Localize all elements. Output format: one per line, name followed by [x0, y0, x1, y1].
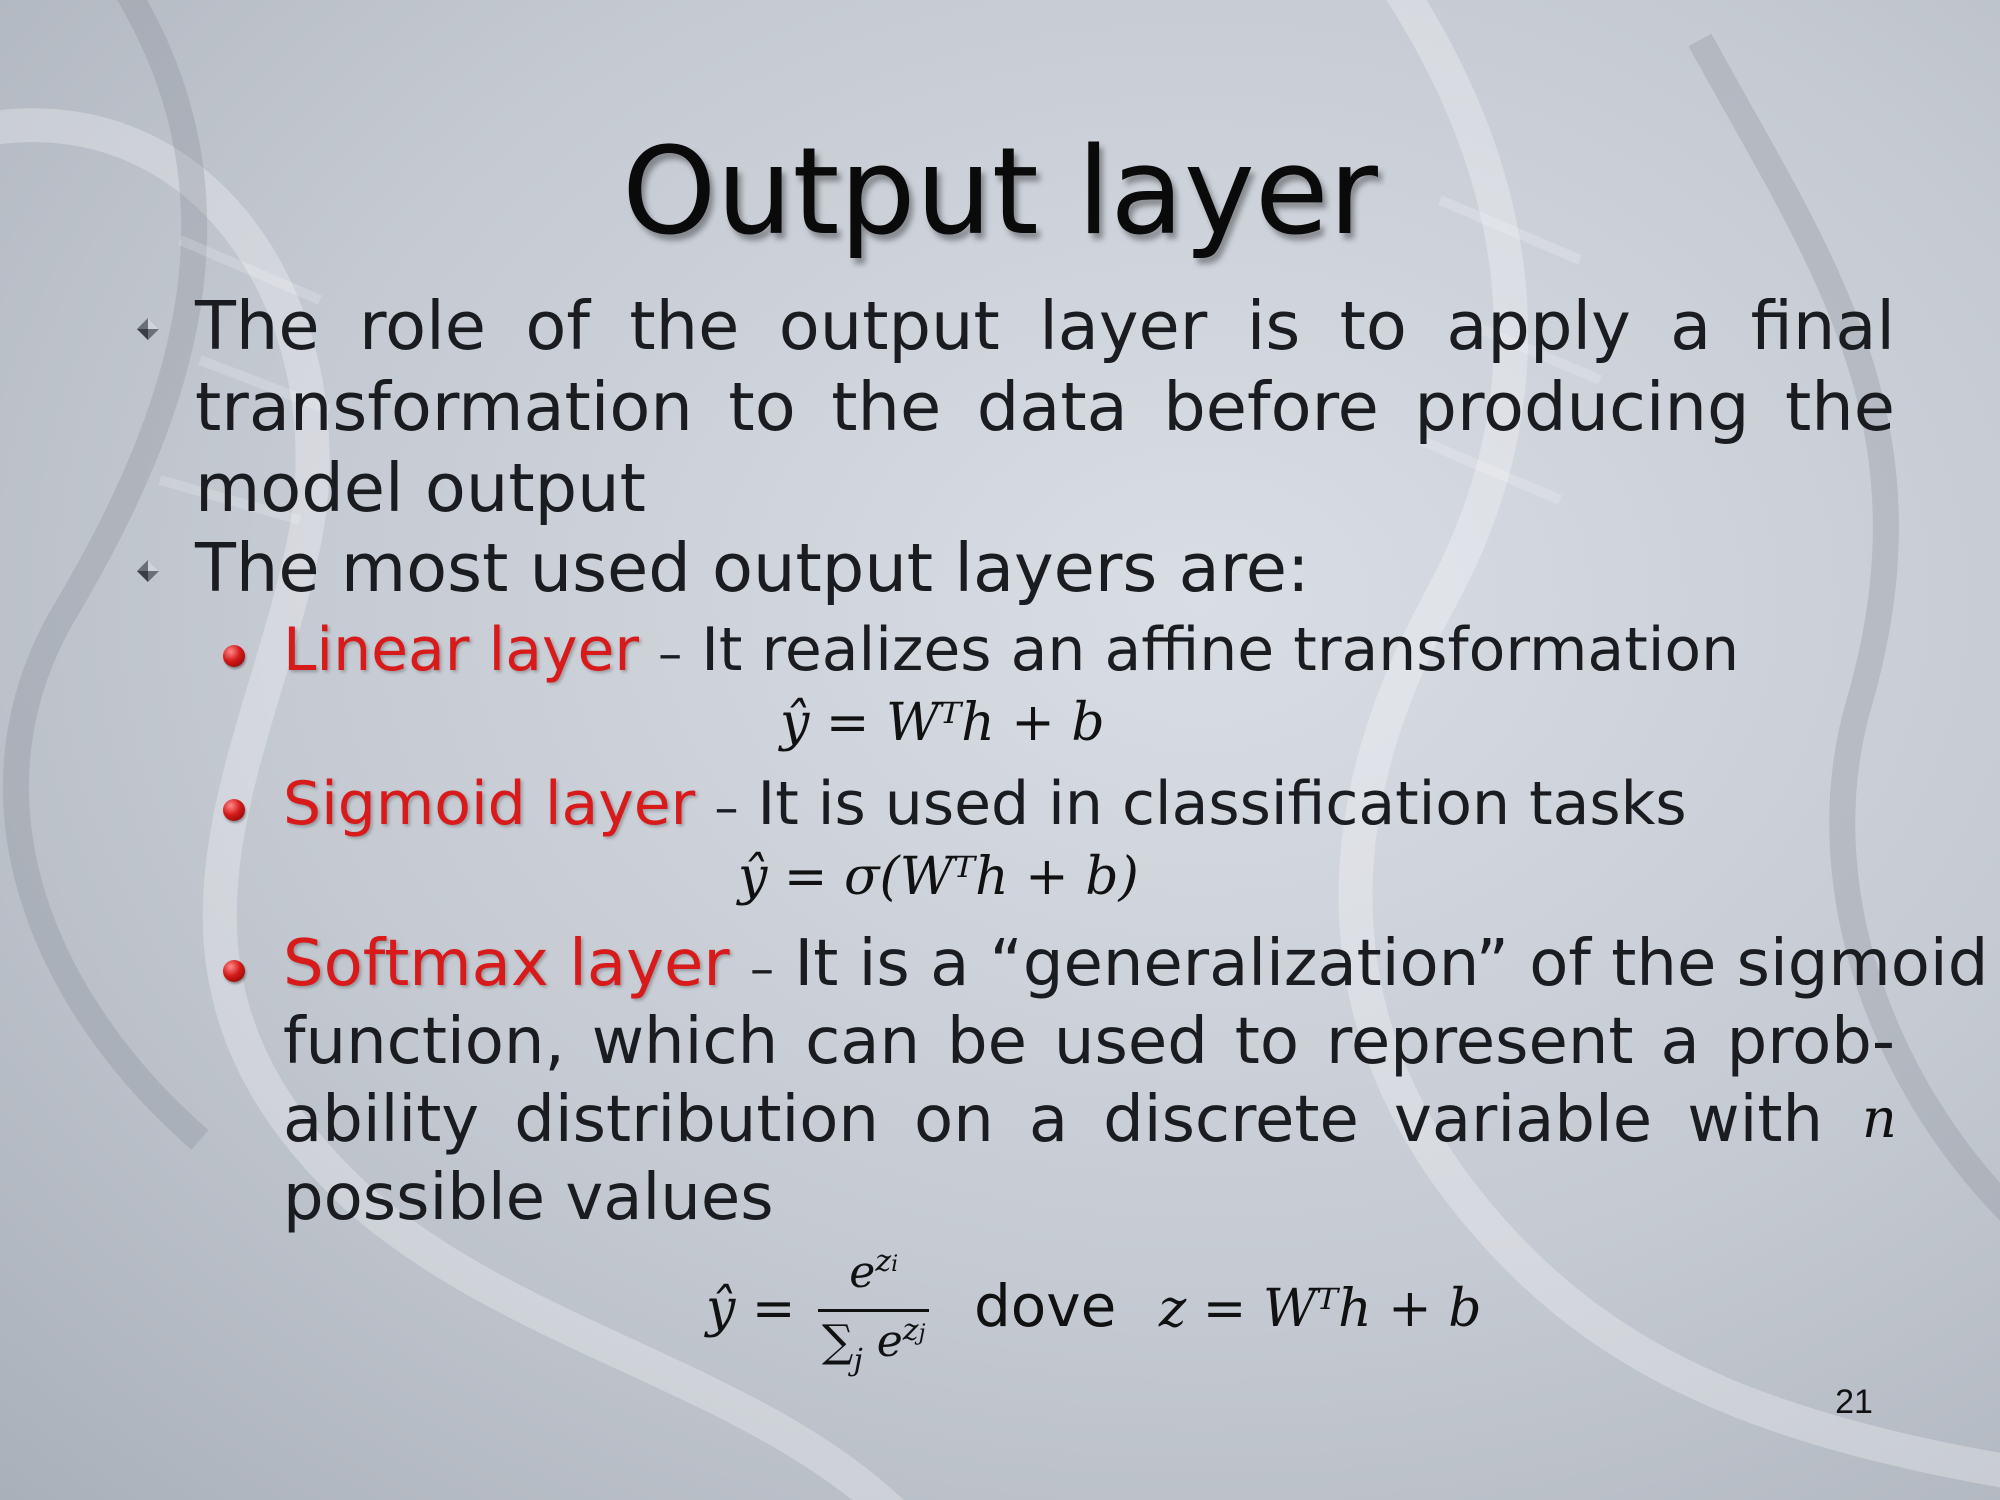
red-ball-bullet-icon: [223, 960, 245, 982]
softmax-rhs: z = Wᵀh + b: [1158, 1279, 1482, 1339]
slide-title: Output layer: [621, 123, 1379, 262]
sub-bullet-sigmoid: Sigmoid layer – It is used in classifica…: [283, 766, 1895, 846]
sigmoid-layer-desc: It is used in classification tasks: [757, 769, 1687, 839]
softmax-lhs: ŷ =: [706, 1279, 796, 1339]
dove-word: dove: [973, 1272, 1117, 1340]
linear-formula: ŷ = Wᵀh + b: [780, 693, 1105, 753]
red-ball-bullet-icon: [223, 799, 245, 821]
dash: –: [714, 780, 739, 836]
softmax-desc-line-3: ability distribution on a discrete varia…: [283, 1083, 1823, 1157]
softmax-formula: ŷ = ezi ∑j ezj dove z = Wᵀh + b: [706, 1244, 1482, 1380]
page-number: 21: [1835, 1383, 1873, 1421]
softmax-fraction: ezi ∑j ezj: [818, 1244, 930, 1380]
bullet-2-line-1: The most used output layers are:: [195, 529, 1310, 607]
sigmoid-formula: ŷ = σ(Wᵀh + b): [738, 847, 1139, 907]
bullet-1-line-3: model output: [195, 449, 646, 527]
softmax-desc-line-4: possible values: [283, 1161, 774, 1235]
softmax-desc-line-2: function, which can be used to represent…: [283, 1005, 1895, 1079]
diamond-bullet-icon: [137, 318, 159, 340]
linear-layer-label: Linear layer: [283, 615, 640, 685]
variable-n: n: [1862, 1087, 1897, 1150]
softmax-layer-label: Softmax layer: [283, 927, 730, 1001]
sigmoid-layer-label: Sigmoid layer: [283, 769, 696, 839]
slide: Output layer The role of the output laye…: [0, 0, 2000, 1500]
dash: –: [749, 941, 774, 997]
red-ball-bullet-icon: [223, 645, 245, 667]
linear-layer-desc: It realizes an affine transformation: [701, 615, 1740, 685]
softmax-desc-first: It is a “generalization” of the sigmoid: [794, 927, 1989, 1001]
bullet-1-line-1: The role of the output layer is to apply…: [195, 287, 1895, 365]
fraction-numerator: ezi: [818, 1244, 930, 1312]
sub-bullet-linear: Linear layer – It realizes an affine tra…: [283, 612, 1895, 692]
bullet-1-line-2: transformation to the data before produc…: [195, 368, 1895, 446]
dash: –: [658, 626, 683, 682]
fraction-denominator: ∑j ezj: [822, 1313, 926, 1378]
sub-bullet-softmax-line-1: Softmax layer – It is a “generalization”…: [283, 924, 1988, 1009]
diamond-bullet-icon: [137, 560, 159, 582]
